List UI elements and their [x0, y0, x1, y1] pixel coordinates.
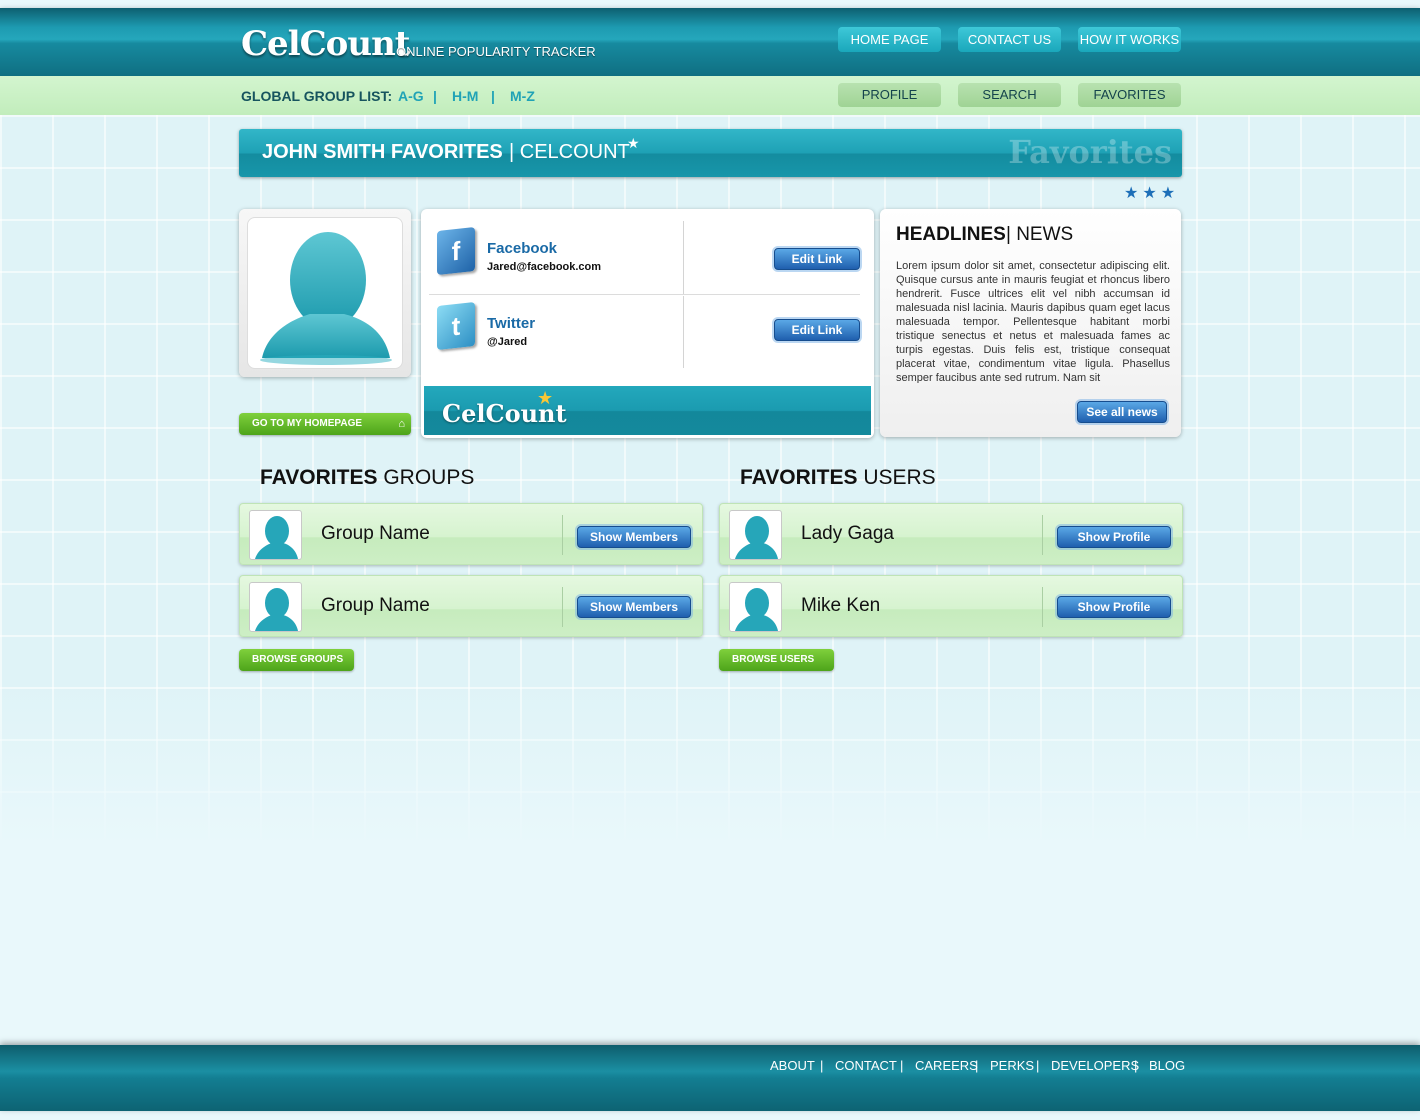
- star-icon: ★: [627, 136, 640, 152]
- group-row: Group Name Show Members: [239, 503, 703, 565]
- rating-stars: ★★★: [1124, 183, 1180, 202]
- social-handle: @Jared: [487, 336, 528, 348]
- favorites-watermark: Favorites: [1008, 133, 1172, 171]
- avatar[interactable]: [249, 510, 302, 560]
- home-icon: ⌂: [398, 418, 405, 430]
- user-name[interactable]: Mike Ken: [801, 595, 880, 617]
- show-profile-button[interactable]: Show Profile: [1057, 526, 1171, 548]
- divider: [562, 515, 563, 555]
- avatar[interactable]: [247, 217, 403, 369]
- global-group-list-label: GLOBAL GROUP LIST:: [241, 88, 393, 104]
- group-range-m-z[interactable]: M-Z: [510, 88, 535, 104]
- group-row: Group Name Show Members: [239, 575, 703, 637]
- social-links-card: f Facebook Jared@facebook.com Edit Link …: [421, 209, 874, 438]
- page-subtitle: | CELCOUNT: [509, 141, 630, 163]
- browse-users-button[interactable]: BROWSE USERS: [719, 649, 834, 671]
- social-name[interactable]: Twitter: [487, 315, 535, 332]
- homepage-button-label: GO TO MY HOMEPAGE: [252, 418, 363, 429]
- range-separator: |: [433, 88, 437, 104]
- footer-separator: |: [900, 1058, 904, 1073]
- group-name[interactable]: Group Name: [321, 523, 430, 545]
- range-separator: |: [491, 88, 495, 104]
- site-header: CelCount ONLINE POPULARITY TRACKER HOME …: [0, 8, 1420, 76]
- avatar[interactable]: [729, 510, 782, 560]
- favorites-users-heading: FAVORITES USERS: [740, 466, 936, 490]
- user-silhouette-icon: [735, 516, 778, 559]
- group-range-a-g[interactable]: A-G: [398, 88, 424, 104]
- heading-bold: FAVORITES: [260, 466, 378, 489]
- avatar[interactable]: [729, 582, 782, 632]
- user-silhouette-icon: [255, 516, 298, 559]
- avatar[interactable]: [249, 582, 302, 632]
- nav-contact-us[interactable]: CONTACT US: [958, 27, 1061, 52]
- divider: [562, 587, 563, 627]
- divider: [683, 296, 684, 368]
- social-name[interactable]: Facebook: [487, 240, 557, 257]
- footer-link-careers[interactable]: CAREERS: [915, 1058, 978, 1073]
- edit-link-button[interactable]: Edit Link: [774, 248, 860, 270]
- group-name[interactable]: Group Name: [321, 595, 430, 617]
- footer-separator: |: [1036, 1058, 1040, 1073]
- search-button[interactable]: SEARCH: [958, 83, 1061, 107]
- site-logo[interactable]: CelCount: [241, 24, 410, 64]
- heading-rest: GROUPS: [383, 466, 475, 489]
- social-row-twitter: t Twitter @Jared Edit Link: [429, 296, 860, 368]
- user-silhouette-icon: [260, 232, 392, 365]
- footer-separator: |: [820, 1058, 824, 1073]
- nav-home-page[interactable]: HOME PAGE: [838, 27, 941, 52]
- divider: [1042, 587, 1043, 627]
- page-title-bar: JOHN SMITH FAVORITES | CELCOUNT ★ Favori…: [239, 129, 1182, 177]
- social-row-facebook: f Facebook Jared@facebook.com Edit Link: [429, 221, 860, 295]
- news-card: HEADLINES | NEWS Lorem ipsum dolor sit a…: [880, 209, 1181, 437]
- news-subtitle: | NEWS: [1006, 224, 1074, 245]
- news-title: HEADLINES: [896, 224, 1006, 245]
- news-body: Lorem ipsum dolor sit amet, consectetur …: [896, 260, 1170, 383]
- site-tagline: ONLINE POPULARITY TRACKER: [396, 44, 596, 59]
- star-icon: ★: [537, 388, 554, 409]
- footer-link-blog[interactable]: BLOG: [1149, 1058, 1185, 1073]
- user-name[interactable]: Lady Gaga: [801, 523, 894, 545]
- facebook-icon: f: [437, 227, 475, 275]
- user-row: Mike Ken Show Profile: [719, 575, 1183, 637]
- heading-rest: USERS: [863, 466, 936, 489]
- group-range-h-m[interactable]: H-M: [452, 88, 478, 104]
- twitter-icon: t: [437, 302, 475, 350]
- divider: [1042, 515, 1043, 555]
- edit-link-button[interactable]: Edit Link: [774, 319, 860, 341]
- footer-link-contact[interactable]: CONTACT: [835, 1058, 897, 1073]
- footer-separator: |: [1134, 1058, 1138, 1073]
- show-members-button[interactable]: Show Members: [577, 526, 691, 548]
- profile-button[interactable]: PROFILE: [838, 83, 941, 107]
- sub-nav: GLOBAL GROUP LIST: A-G | H-M | M-Z PROFI…: [0, 76, 1420, 115]
- footer-link-developers[interactable]: DEVELOPERS: [1051, 1058, 1139, 1073]
- see-all-news-button[interactable]: See all news: [1077, 401, 1167, 423]
- user-silhouette-icon: [735, 588, 778, 631]
- social-handle: Jared@facebook.com: [487, 261, 602, 273]
- favorites-button[interactable]: FAVORITES: [1078, 83, 1181, 107]
- social-card-footer: CelCount ★: [424, 386, 871, 435]
- favorites-groups-heading: FAVORITES GROUPS: [260, 466, 474, 490]
- show-members-button[interactable]: Show Members: [577, 596, 691, 618]
- profile-avatar-card: [239, 209, 411, 377]
- show-profile-button[interactable]: Show Profile: [1057, 596, 1171, 618]
- footer-separator: |: [975, 1058, 979, 1073]
- nav-how-it-works[interactable]: HOW IT WORKS: [1078, 27, 1181, 52]
- page-title: JOHN SMITH FAVORITES: [262, 141, 503, 163]
- heading-bold: FAVORITES: [740, 466, 858, 489]
- footer-link-about[interactable]: ABOUT: [770, 1058, 815, 1073]
- footer-link-perks[interactable]: PERKS: [990, 1058, 1034, 1073]
- go-to-homepage-button[interactable]: GO TO MY HOMEPAGE ⌂: [239, 413, 411, 435]
- divider: [683, 221, 684, 294]
- user-silhouette-icon: [255, 588, 298, 631]
- browse-groups-button[interactable]: BROWSE GROUPS: [239, 649, 354, 671]
- site-footer: ABOUT | CONTACT | CAREERS | PERKS | DEVE…: [0, 1045, 1420, 1111]
- user-row: Lady Gaga Show Profile: [719, 503, 1183, 565]
